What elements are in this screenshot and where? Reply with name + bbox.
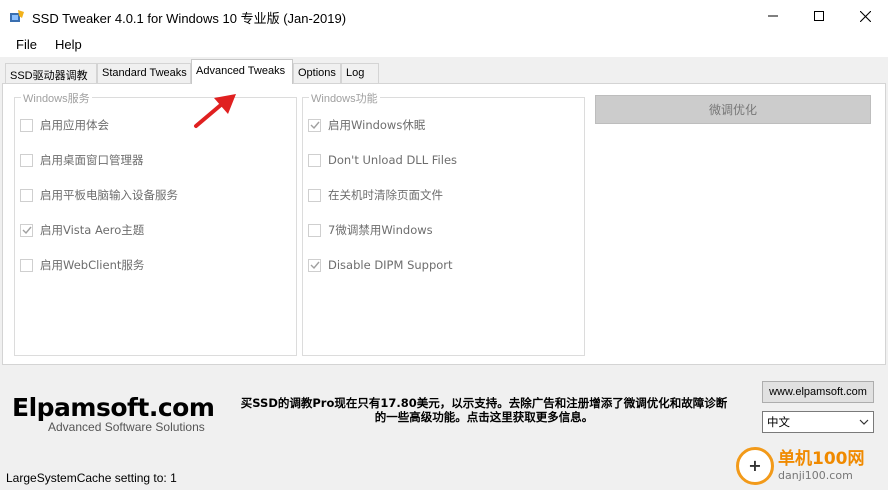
checkbox-label: Disable DIPM Support <box>328 258 453 272</box>
language-select[interactable]: 中文 <box>762 411 874 433</box>
checkbox-box[interactable] <box>20 223 33 237</box>
status-text: LargeSystemCache setting to: 1 <box>6 471 177 485</box>
chevron-down-icon <box>859 419 869 425</box>
tab-strip: SSD驱动器调教 Standard Tweaks Advanced Tweaks… <box>0 57 888 84</box>
checkbox-app-experience[interactable]: 启用应用体会 <box>20 117 109 133</box>
website-button[interactable]: www.elpamsoft.com <box>762 381 874 403</box>
windows-services-title: Windows服务 <box>21 90 92 106</box>
close-icon <box>859 10 871 22</box>
checkbox-box[interactable] <box>308 118 321 132</box>
title-bar: SSD Tweaker 4.0.1 for Windows 10 专业版 (Ja… <box>0 0 888 32</box>
windows-features-title: Windows功能 <box>309 90 380 106</box>
tab-advanced-tweaks[interactable]: Advanced Tweaks <box>191 59 293 84</box>
promo-text[interactable]: 买SSD的调教Pro现在只有17.80美元，以示支持。去除广告和注册增添了微调优… <box>214 396 754 424</box>
checkbox-box[interactable] <box>20 153 33 167</box>
minimize-icon <box>768 15 778 17</box>
checkbox-label: Don't Unload DLL Files <box>328 153 458 167</box>
watermark-url: danji100.com <box>778 469 853 482</box>
watermark-text: 单机100网 danji100.com <box>778 449 865 482</box>
checkmark-icon <box>22 226 32 235</box>
checkbox-box[interactable] <box>20 188 33 202</box>
checkmark-icon <box>310 121 320 130</box>
windows-features-group: Windows功能 启用Windows休眠 Don't Unload DLL F… <box>302 90 585 356</box>
tab-ssd-drive[interactable]: SSD驱动器调教 <box>5 63 97 83</box>
checkbox-box[interactable] <box>308 258 321 272</box>
logo-main-text: Elpamsoft.com <box>12 393 215 422</box>
checkbox-label: 启用应用体会 <box>40 118 109 132</box>
checkbox-label: 启用Windows休眠 <box>328 118 426 132</box>
checkbox-box[interactable] <box>20 258 33 272</box>
tab-log[interactable]: Log <box>341 63 379 83</box>
annotation-arrow-icon <box>194 94 236 128</box>
checkbox-label: 启用平板电脑输入设备服务 <box>40 188 178 202</box>
menu-help[interactable]: Help <box>55 37 82 52</box>
checkbox-label: 启用WebClient服务 <box>40 258 145 272</box>
tab-options[interactable]: Options <box>293 63 341 83</box>
checkbox-desktop-window-manager[interactable]: 启用桌面窗口管理器 <box>20 152 144 168</box>
windows-services-group: Windows服务 启用应用体会 启用桌面窗口管理器 启用平板电脑输入设备服务 … <box>14 90 297 356</box>
checkbox-label: 启用Vista Aero主题 <box>40 223 145 237</box>
advanced-tweaks-panel: Windows服务 启用应用体会 启用桌面窗口管理器 启用平板电脑输入设备服务 … <box>2 83 886 365</box>
checkbox-vista-aero[interactable]: 启用Vista Aero主题 <box>20 222 144 238</box>
checkbox-tablet-input-service[interactable]: 启用平板电脑输入设备服务 <box>20 187 178 203</box>
watermark-brand: 单机100网 <box>778 449 865 469</box>
tune-optimize-button[interactable]: 微调优化 <box>595 95 871 124</box>
elpamsoft-logo[interactable]: Elpamsoft.com Advanced Software Solution… <box>12 393 215 435</box>
checkbox-hibernate[interactable]: 启用Windows休眠 <box>308 117 425 133</box>
checkbox-box[interactable] <box>308 223 321 237</box>
language-value: 中文 <box>767 415 790 429</box>
checkbox-box[interactable] <box>20 118 33 132</box>
logo-sub-text: Advanced Software Solutions <box>48 420 205 434</box>
close-button[interactable] <box>842 0 888 32</box>
watermark: + 单机100网 danji100.com <box>736 441 888 490</box>
checkbox-box[interactable] <box>308 153 321 167</box>
menu-file[interactable]: File <box>16 37 37 52</box>
minimize-button[interactable] <box>750 0 796 32</box>
app-icon <box>10 10 24 22</box>
checkbox-label: 启用桌面窗口管理器 <box>40 153 144 167</box>
checkbox-clear-pagefile[interactable]: 在关机时清除页面文件 <box>308 187 443 203</box>
checkbox-webclient[interactable]: 启用WebClient服务 <box>20 257 144 273</box>
promo-line-2: 的一些高级功能。点击这里获取更多信息。 <box>374 410 594 424</box>
watermark-logo-icon: + <box>736 446 774 485</box>
checkmark-icon <box>310 261 320 270</box>
promo-line-1: 买SSD的调教Pro现在只有17.80美元，以示支持。去除广告和注册增添了微调优… <box>240 396 728 410</box>
tab-standard-tweaks[interactable]: Standard Tweaks <box>97 63 191 83</box>
maximize-button[interactable] <box>796 0 842 32</box>
menu-bar: File Help <box>0 32 888 57</box>
checkbox-label: 在关机时清除页面文件 <box>328 188 443 202</box>
checkbox-label: 7微调禁用Windows <box>328 223 433 237</box>
checkbox-disable-windows[interactable]: 7微调禁用Windows <box>308 222 433 238</box>
checkbox-disable-dipm[interactable]: Disable DIPM Support <box>308 257 453 273</box>
checkbox-dont-unload-dll[interactable]: Don't Unload DLL Files <box>308 152 457 168</box>
window-title: SSD Tweaker 4.0.1 for Windows 10 专业版 (Ja… <box>32 11 347 26</box>
maximize-icon <box>814 11 824 21</box>
checkbox-box[interactable] <box>308 188 321 202</box>
